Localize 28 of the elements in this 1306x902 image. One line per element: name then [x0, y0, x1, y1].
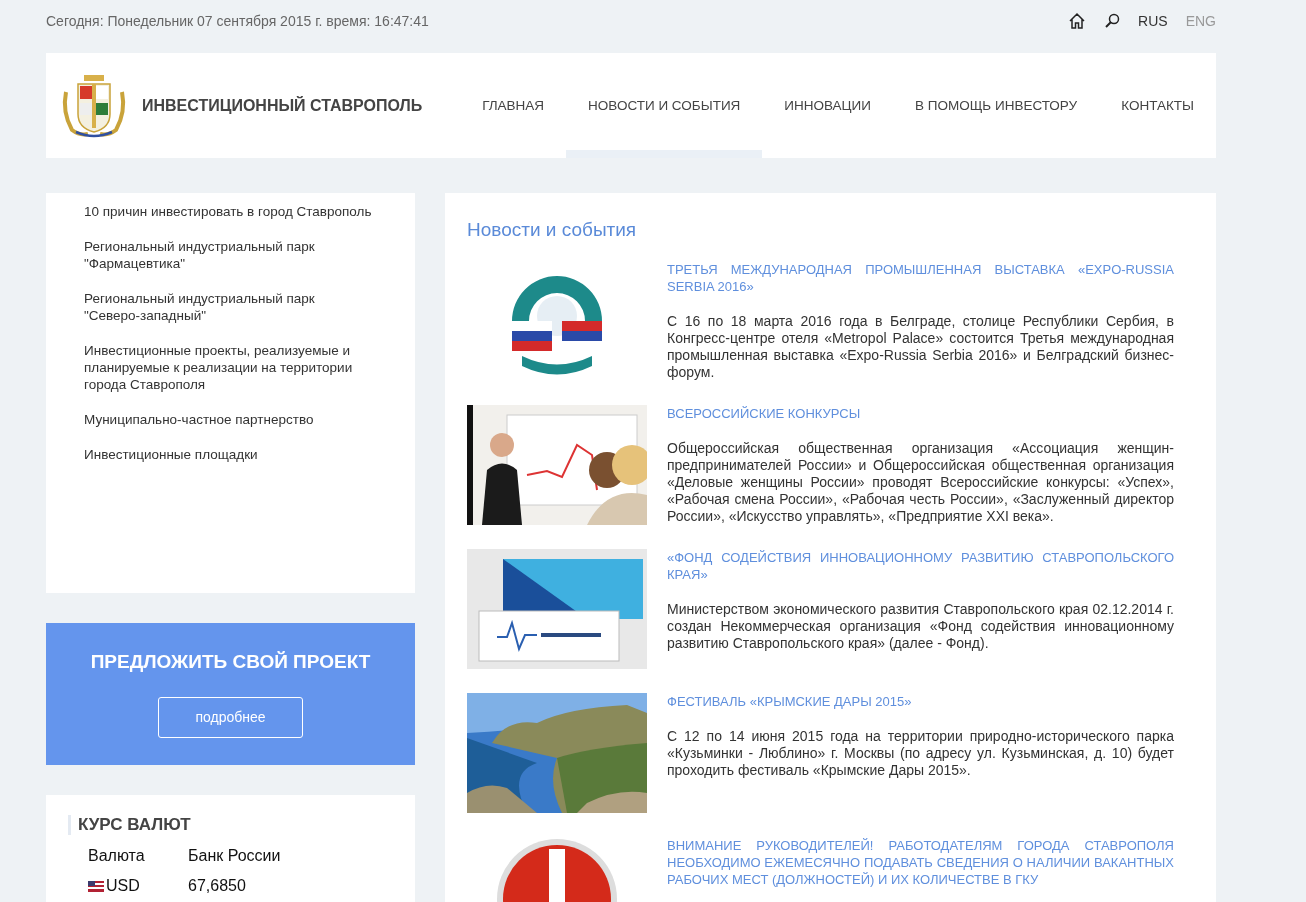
sidebar-link[interactable]: Региональный индустриальный парк "Северо-западный" — [84, 290, 374, 324]
sidebar-link[interactable]: Инвестиционные проекты, реализуемые и планируемые к реализации на территории города Ставрополя — [84, 342, 374, 393]
home-icon[interactable] — [1068, 11, 1087, 30]
news-text: С 12 по 14 июня 2015 года на территории природно-исторического парка «Кузьминки - Люблино» г. Москвы (по адресу ул. Кузьминская, д. 10) будет проходить фестиваль «Крымские Дары 2015». — [667, 728, 1174, 779]
language-link[interactable]: RUS — [1138, 12, 1168, 29]
nav-item[interactable]: ИННОВАЦИИ — [762, 53, 893, 158]
column-header: Банк России — [188, 847, 282, 865]
news-text: Общероссийская общественная организация «Ассоциация женщин-предпринимателей России» и Общероссийская общественная организация «Деловые женщины России» проводят Всероссийские конкурсы: «Успех», «Рабочая смена России», «Рабочая честь России», «Заслуженный директор России», «Искусство управлять», «Предприятие XXI века». — [667, 440, 1174, 525]
section-title: Новости и события — [467, 219, 638, 241]
news-text: Министерством экономического развития Ставропольского края 02.12.2014 г. создан Некоммерческая организация «Фонд содействия инновационному развитию Ставропольского края» (далее - Фонд). — [667, 601, 1174, 652]
sidebar-link[interactable]: Муниципально-частное партнерство — [84, 411, 374, 428]
currency-rate: 67,6850 — [188, 877, 247, 895]
sidebar-link[interactable]: Инвестиционные площадки — [84, 446, 374, 463]
nav-item[interactable]: ГЛАВНАЯ — [460, 53, 567, 158]
currency-title: КУРС ВАЛЮТ — [68, 815, 191, 835]
sidebar-link[interactable]: 10 причин инвестировать в город Ставрополь — [84, 203, 374, 220]
nav-item[interactable]: КОНТАКТЫ — [1099, 53, 1216, 158]
news-text: С 16 по 18 марта 2016 года в Белграде, столице Республики Сербия, в Конгресс-центре отеля «Metropol Palace» состоится Третья международная промышленная выставка «Expo-Russia Serbia 2016» и Белградский бизнес-форум. — [667, 313, 1174, 381]
promo-title: ПРЕДЛОЖИТЬ СВОЙ ПРОЕКТ — [90, 650, 371, 673]
column-header: Валюта — [88, 847, 146, 865]
sidebar-link[interactable]: Региональный индустриальный парк "Фармацевтика" — [84, 238, 374, 272]
currency-code: USD — [106, 877, 140, 895]
nav-item[interactable]: В ПОМОЩЬ ИНВЕСТОРУ — [893, 53, 1100, 158]
flag-icon — [88, 880, 104, 892]
nav-item[interactable]: НОВОСТИ И СОБЫТИЯ — [566, 53, 763, 158]
search-icon[interactable] — [1104, 12, 1121, 29]
site-title[interactable]: ИНВЕСТИЦИОННЫЙ СТАВРОПОЛЬ — [142, 96, 423, 115]
date-text: Сегодня: Понедельник 07 сентября 2015 г. время: 16:47:41 — [46, 12, 429, 29]
